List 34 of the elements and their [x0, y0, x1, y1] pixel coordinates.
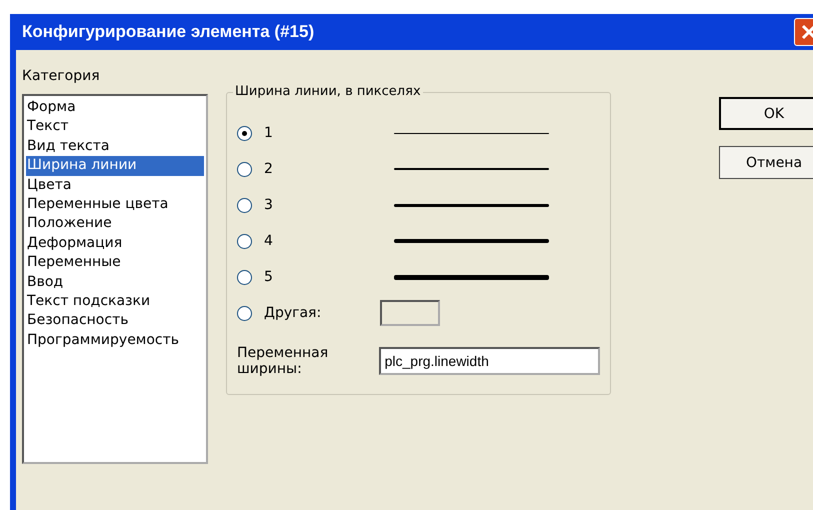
category-item[interactable]: Ширина линии: [26, 156, 204, 176]
window-title: Конфигурирование элемента (#15): [22, 22, 314, 42]
cancel-button[interactable]: Отмена: [719, 146, 813, 179]
category-item[interactable]: Текст подсказки: [26, 292, 204, 312]
category-item[interactable]: Безопасность: [26, 311, 204, 331]
radio-label: Другая:: [264, 305, 322, 321]
radio-button[interactable]: [237, 234, 252, 248]
close-icon: [801, 24, 813, 40]
group-title: Ширина линии, в пикселях: [233, 84, 423, 99]
radio-label: 4: [264, 233, 274, 249]
radio-button[interactable]: [237, 270, 252, 284]
category-item[interactable]: Вид текста: [26, 136, 204, 156]
radio-label: 2: [264, 161, 274, 177]
radio-button[interactable]: [237, 198, 252, 212]
category-item[interactable]: Переменные цвета: [26, 195, 204, 214]
category-item[interactable]: Форма: [26, 98, 204, 118]
category-item[interactable]: Ввод: [26, 272, 204, 292]
category-item[interactable]: Деформация: [26, 234, 204, 254]
category-item[interactable]: Переменные: [26, 253, 204, 273]
radio-button[interactable]: [237, 126, 252, 140]
ok-button[interactable]: OK: [719, 97, 813, 130]
category-item[interactable]: Текст: [26, 117, 204, 137]
radio-label: 5: [264, 269, 274, 285]
variable-input-field[interactable]: plc_prg.linewidth: [378, 347, 600, 375]
category-label: Категория: [22, 68, 101, 84]
width-input-field[interactable]: [380, 300, 440, 326]
variable-label: Переменная ширины:: [237, 345, 330, 377]
radio-button[interactable]: [237, 162, 252, 176]
category-item[interactable]: Цвета: [26, 176, 204, 196]
radio-label: 3: [264, 197, 274, 213]
radio-label: 1: [264, 125, 274, 141]
radio-button[interactable]: [237, 306, 252, 320]
category-item[interactable]: Программируемость: [26, 330, 204, 350]
category-item[interactable]: Положение: [26, 214, 204, 234]
